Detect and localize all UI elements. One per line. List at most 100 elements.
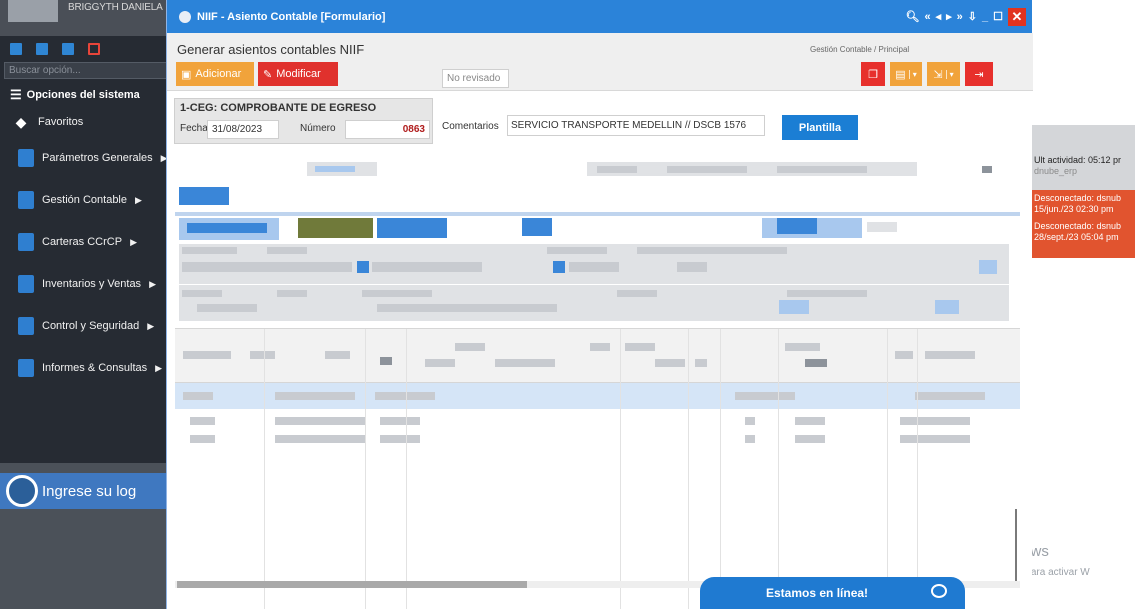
avatar <box>8 0 58 22</box>
next-record-icon[interactable]: ▸ <box>946 10 952 23</box>
window-title: NIIF - Asiento Contable [Formulario] <box>197 10 386 23</box>
sidebar: BRIGGYTH DANIELA ☰ Opciones del sistema … <box>0 0 175 609</box>
entries-grid[interactable] <box>175 328 1020 609</box>
sidebar-item-label: Inventarios y Ventas <box>42 278 142 290</box>
sidebar-item-label: Gestión Contable <box>42 194 127 206</box>
menu-icon: ☰ <box>10 87 22 102</box>
chat-bubble-icon <box>931 584 947 598</box>
edit-button-label: Modificar <box>276 68 321 80</box>
search-icon[interactable]: 🔍︎ <box>906 10 920 23</box>
home-icon[interactable] <box>36 43 48 55</box>
review-status-field: No revisado <box>442 69 509 88</box>
sidebar-item-label: Carteras CCrCP <box>42 236 123 248</box>
last-activity-text: Ult actividad: 05:12 pr <box>1034 155 1122 165</box>
reports-icon <box>18 359 34 377</box>
chevron-right-icon: ▶ <box>135 194 142 205</box>
exit-icon: ⇥ <box>974 68 984 81</box>
disconnect-time: 15/jun./23 02:30 pm <box>1034 204 1114 214</box>
window-controls: 🔍︎ « ◂ ▸ » ⇩ _ ☐ ✕ <box>906 7 1033 26</box>
scrollbar-thumb[interactable] <box>177 581 527 588</box>
disconnect-entry: Desconectado: dsnub <box>1034 193 1122 203</box>
document-button[interactable]: ▤ ▾ <box>890 62 922 86</box>
form-title: Generar asientos contables NIIF <box>177 42 365 57</box>
add-button[interactable]: ▣ Adicionar <box>176 62 254 86</box>
logout-icon[interactable] <box>88 43 100 55</box>
divider <box>175 212 1020 216</box>
sidebar-icon-bar <box>0 36 175 62</box>
accounting-icon <box>18 191 34 209</box>
user-header: BRIGGYTH DANIELA <box>0 0 175 36</box>
comments-label: Comentarios <box>442 121 499 132</box>
copy-icon: ❐ <box>868 68 878 81</box>
background-panel <box>1031 0 1135 609</box>
last-activity: Ult actividad: 05:12 pr dnube_erp <box>1034 155 1135 177</box>
sidebar-item-portfolios[interactable]: Carteras CCrCP ▶ <box>0 221 175 263</box>
maximize-icon[interactable]: ☐ <box>993 10 1003 23</box>
table-row[interactable] <box>175 383 1020 409</box>
inventory-icon <box>18 275 34 293</box>
close-icon[interactable]: ✕ <box>1008 7 1026 26</box>
sidebar-search-input[interactable] <box>4 62 172 79</box>
power-icon <box>6 475 38 507</box>
chevron-right-icon: ▶ <box>130 236 137 247</box>
date-field[interactable] <box>207 120 279 139</box>
sidebar-item-label: Favoritos <box>38 116 84 128</box>
settings-icon <box>18 149 34 167</box>
disconnect-time: 28/sept./23 05:04 pm <box>1034 232 1119 242</box>
copy-button[interactable]: ❐ <box>861 62 885 86</box>
number-label: Número <box>300 123 336 134</box>
database-icon <box>18 233 34 251</box>
sidebar-item-accounting[interactable]: Gestión Contable ▶ <box>0 179 175 221</box>
window-titlebar[interactable]: NIIF - Asiento Contable [Formulario] 🔍︎ … <box>167 0 1032 33</box>
chevron-down-icon[interactable]: ▾ <box>908 69 917 79</box>
pin-icon[interactable]: ⇩ <box>968 10 977 23</box>
tag-icon: ◆ <box>15 113 27 130</box>
app-icon <box>179 10 191 23</box>
document-type-title: 1-CEG: COMPROBANTE DE EGRESO <box>180 102 377 114</box>
chevron-right-icon: ▶ <box>149 278 156 289</box>
prev-record-icon[interactable]: ◂ <box>936 10 942 23</box>
edit-icon: ✎ <box>263 68 273 81</box>
document-panel: 1-CEG: COMPROBANTE DE EGRESO Fecha Númer… <box>174 98 433 144</box>
table-row[interactable] <box>175 413 1020 433</box>
breadcrumb[interactable]: Gestión Contable / Principal <box>810 45 909 54</box>
first-record-icon[interactable]: « <box>924 11 930 23</box>
lock-icon[interactable] <box>62 43 74 55</box>
last-activity-user: dnube_erp <box>1034 166 1078 176</box>
vertical-scrollbar[interactable] <box>1015 509 1017 584</box>
sidebar-item-favorites[interactable]: ◆ Favoritos <box>0 107 175 137</box>
document-icon: ▤ <box>895 68 906 81</box>
number-field[interactable] <box>345 120 430 139</box>
login-bar[interactable]: Ingrese su log <box>0 473 175 509</box>
sidebar-item-reports[interactable]: Informes & Consultas ▶ <box>0 347 175 389</box>
comments-field[interactable] <box>507 115 765 136</box>
sidebar-item-general-parameters[interactable]: Parámetros Generales ▶ <box>0 137 175 179</box>
disconnection-log: Desconectado: dsnub 15/jun./23 02:30 pm … <box>1031 190 1135 258</box>
export-button[interactable]: ⇲ ▾ <box>927 62 960 86</box>
grid-icon[interactable] <box>10 43 22 55</box>
chevron-down-icon[interactable]: ▾ <box>945 69 954 79</box>
accounting-entry-window: NIIF - Asiento Contable [Formulario] 🔍︎ … <box>166 0 1033 609</box>
date-label: Fecha <box>180 123 208 134</box>
chevron-right-icon: ▶ <box>147 320 155 331</box>
edit-button[interactable]: ✎ Modificar <box>258 62 338 86</box>
sidebar-item-label: Control y Seguridad <box>42 320 140 332</box>
sidebar-item-inventory[interactable]: Inventarios y Ventas ▶ <box>0 263 175 305</box>
toolbar: Generar asientos contables NIIF Gestión … <box>167 33 1033 91</box>
chat-label: Estamos en línea! <box>766 586 869 600</box>
minimize-icon[interactable]: _ <box>982 11 988 23</box>
disconnect-entry: Desconectado: dsnub <box>1034 221 1122 231</box>
grid-header <box>175 329 1020 383</box>
chevron-right-icon: ▶ <box>155 362 163 373</box>
table-row[interactable] <box>175 431 1020 451</box>
add-button-label: Adicionar <box>195 68 242 80</box>
template-button[interactable]: Plantilla <box>782 115 858 140</box>
exit-button[interactable]: ⇥ <box>965 62 993 86</box>
security-icon <box>18 317 34 335</box>
add-icon: ▣ <box>181 68 192 81</box>
login-text: Ingrese su log <box>42 482 137 500</box>
last-record-icon[interactable]: » <box>957 11 963 23</box>
sidebar-item-label: Informes & Consultas <box>42 362 148 374</box>
sidebar-item-security[interactable]: Control y Seguridad ▶ <box>0 305 175 347</box>
chat-widget[interactable]: Estamos en línea! <box>700 577 965 609</box>
